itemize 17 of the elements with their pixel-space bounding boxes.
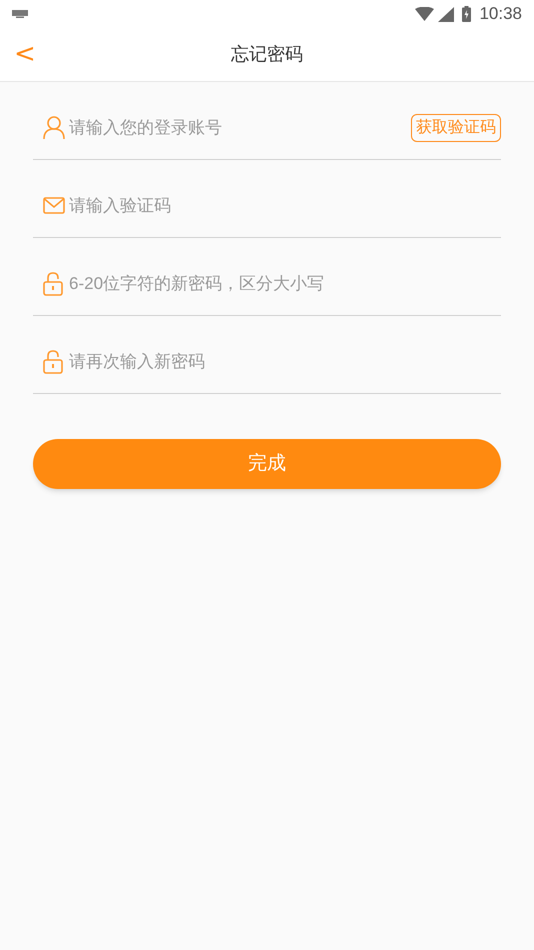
mail-icon <box>43 197 65 214</box>
input-field[interactable]: 请再次输入新密码 <box>69 346 501 376</box>
input-field[interactable]: 6-20位字符的新密码，区分大小写 <box>69 268 501 298</box>
get-code-button[interactable]: 获取验证码 <box>411 114 501 142</box>
input-field[interactable]: 请输入您的登录账号 <box>69 112 411 142</box>
input-field[interactable]: 请输入验证码 <box>69 190 501 220</box>
page-title: 忘记密码 <box>231 43 303 66</box>
submit-button[interactable]: 完成 <box>33 439 501 489</box>
wifi-icon <box>415 7 434 21</box>
battery-icon <box>462 6 472 22</box>
lock-icon <box>43 272 63 296</box>
back-button[interactable]: < <box>14 39 36 69</box>
lock-icon <box>43 350 63 374</box>
status-time: 10:38 <box>479 3 522 26</box>
keyboard-icon <box>12 10 28 18</box>
user-icon <box>43 116 65 140</box>
signal-icon <box>438 6 454 22</box>
